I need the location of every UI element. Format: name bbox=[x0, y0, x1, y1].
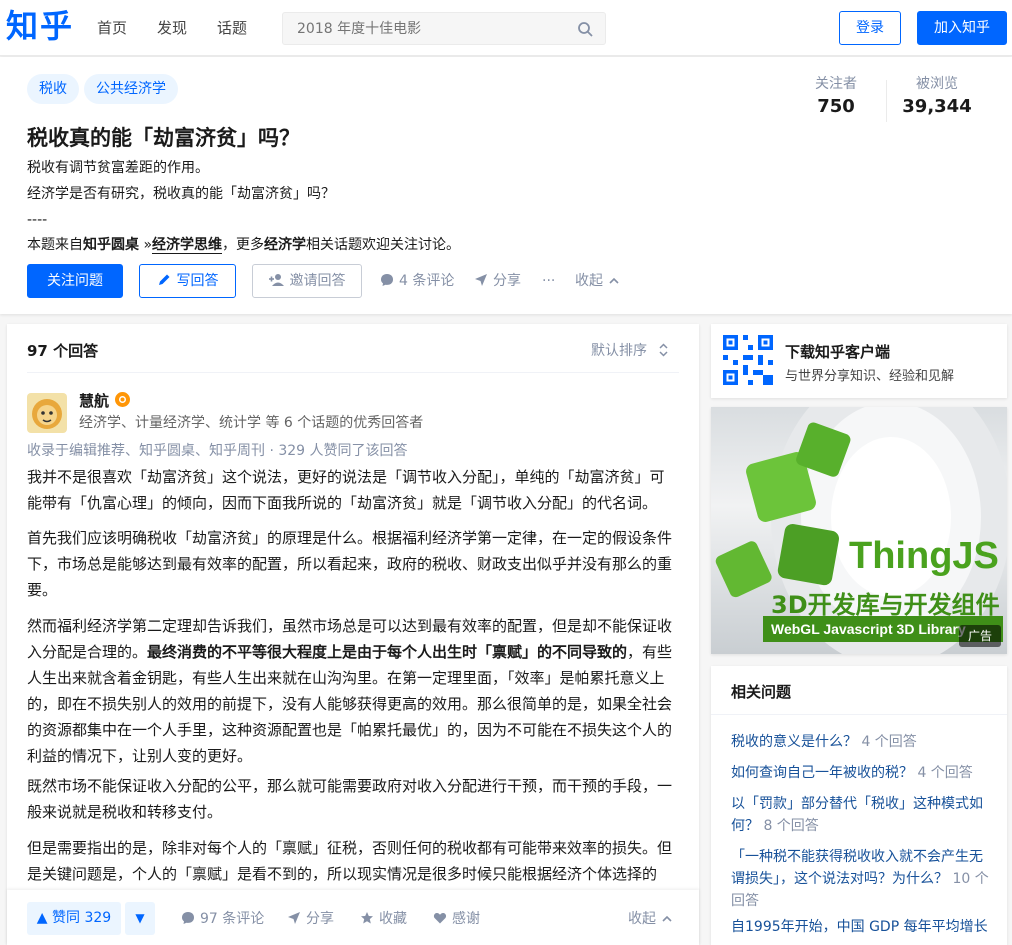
views-label: 被浏览 bbox=[916, 76, 958, 92]
answer-paragraph-2: 首先我们应该明确税收「劫富济贫」的原理是什么。根据福利经济学第一定律，在一定的假… bbox=[27, 529, 673, 599]
share-icon bbox=[287, 911, 301, 925]
search-icon[interactable] bbox=[577, 21, 593, 37]
comment-icon bbox=[380, 273, 394, 287]
answer-share-button[interactable]: 分享 bbox=[287, 908, 334, 928]
nav-topics[interactable]: 话题 bbox=[217, 18, 247, 38]
thanks-button[interactable]: 感谢 bbox=[433, 908, 480, 928]
comment-icon bbox=[181, 911, 195, 925]
author-avatar[interactable] bbox=[27, 393, 67, 433]
related-questions-card: 相关问题 税收的意义是什么？ 4 个回答 如何查询自己一年被收的税？ 4 个回答… bbox=[711, 666, 1007, 945]
share-icon bbox=[474, 273, 488, 287]
answer-action-bar: ▲ 赞同 329 ▼ 97 条评论 分享 收藏 感谢 收起 bbox=[7, 890, 699, 945]
question-source: 本题来自知乎圆桌 »经济学思维，更多经济学相关话题欢迎关注讨论。 bbox=[27, 237, 461, 254]
login-button[interactable]: 登录 bbox=[839, 11, 901, 45]
top-header: 知乎 首页 发现 话题 登录 加入知乎 bbox=[0, 0, 1012, 56]
downvote-button[interactable]: ▼ bbox=[125, 902, 155, 935]
question-detail-line-2: 经济学是否有研究，税收真的能「劫富济贫」吗？ bbox=[27, 186, 335, 202]
collect-button[interactable]: 收藏 bbox=[360, 908, 407, 928]
upvote-button[interactable]: ▲ 赞同 329 bbox=[27, 902, 121, 935]
invite-answer-button[interactable]: 邀请回答 bbox=[252, 264, 362, 298]
bold-sentence: 最终消费的不平等很大程度上是由于每个人出生时「禀赋」的不同导致的 bbox=[147, 643, 628, 661]
more-menu-button[interactable]: ··· bbox=[542, 264, 555, 298]
qr-code-icon bbox=[723, 335, 773, 385]
sort-dropdown[interactable]: 默认排序 bbox=[591, 340, 668, 360]
ad-tagline: 3D开发库与开发组件 bbox=[771, 591, 1000, 619]
roundtable-topic-link[interactable]: 经济学思维 bbox=[152, 237, 223, 254]
question-title: 税收真的能「劫富济贫」吗？ bbox=[27, 126, 300, 150]
related-question[interactable]: 以「罚款」部分替代「税收」这种模式如何？ 8 个回答 bbox=[731, 793, 993, 837]
write-answer-button[interactable]: 写回答 bbox=[139, 264, 236, 298]
answers-card: 97 个回答 默认排序 慧航 经济学、计量经济学、统计学 等 6 个话题的优秀回… bbox=[7, 324, 699, 945]
search-box bbox=[282, 12, 606, 45]
answer-meta: 收录于编辑推荐、知乎圆桌、知乎周刊 · 329 人赞同了该回答 bbox=[27, 443, 408, 459]
ad-badge: 广告 bbox=[959, 625, 1001, 647]
topic-tag-tax[interactable]: 税收 bbox=[27, 74, 79, 104]
question-comments-button[interactable]: 4 条评论 bbox=[380, 264, 454, 298]
app-download-card[interactable]: 下载知乎客户端 与世界分享知识、经验和见解 bbox=[711, 324, 1007, 398]
question-collapse-button[interactable]: 收起 bbox=[575, 264, 619, 298]
related-question[interactable]: 如何查询自己一年被收的税？ 4 个回答 bbox=[731, 762, 993, 784]
stats-divider bbox=[886, 80, 887, 122]
related-question[interactable]: 自1995年开始，中国 GDP 每年平均增长 bbox=[731, 916, 993, 938]
question-detail-line-1: 税收有调节贫富差距的作用。 bbox=[27, 160, 209, 176]
follow-question-button[interactable]: 关注问题 bbox=[27, 264, 123, 298]
answer-comments-button[interactable]: 97 条评论 bbox=[181, 908, 264, 928]
question-detail-line-3: ---- bbox=[27, 212, 48, 228]
app-download-title: 下载知乎客户端 bbox=[785, 343, 891, 361]
join-button[interactable]: 加入知乎 bbox=[917, 11, 1007, 45]
topic-tag-public-economics[interactable]: 公共经济学 bbox=[84, 74, 178, 104]
advertisement[interactable]: ThingJS 3D开发库与开发组件 WebGL Javascript 3D L… bbox=[711, 407, 1007, 654]
answer-paragraph-3: 然而福利经济学第二定理却告诉我们，虽然市场总是可以达到最有效率的配置，但是却不能… bbox=[27, 617, 673, 765]
ad-brand: ThingJS bbox=[849, 535, 999, 577]
heart-icon bbox=[433, 911, 447, 925]
excellent-badge-icon[interactable] bbox=[115, 392, 130, 407]
author-headline: 经济学、计量经济学、统计学 等 6 个话题的优秀回答者 bbox=[79, 415, 424, 431]
question-share-button[interactable]: 分享 bbox=[474, 264, 521, 298]
search-input[interactable] bbox=[297, 13, 567, 44]
zhihu-logo[interactable]: 知乎 bbox=[6, 6, 74, 46]
app-download-subtitle: 与世界分享知识、经验和见解 bbox=[785, 369, 955, 384]
divider bbox=[27, 372, 679, 373]
nav-discover[interactable]: 发现 bbox=[157, 18, 187, 38]
pencil-icon bbox=[157, 273, 171, 287]
related-title: 相关问题 bbox=[731, 683, 792, 701]
author-name[interactable]: 慧航 bbox=[79, 390, 109, 411]
nav-home[interactable]: 首页 bbox=[97, 18, 127, 38]
related-question[interactable]: 「一种税不能获得税收收入就不会产生无谓损失」，这个说法对吗？为什么？ 10 个回… bbox=[731, 846, 993, 912]
add-user-icon bbox=[268, 273, 285, 287]
chevron-up-icon bbox=[662, 915, 672, 922]
views-count: 39,344 bbox=[902, 96, 972, 117]
answer-collapse-button[interactable]: 收起 bbox=[628, 908, 672, 928]
roundtable-link[interactable]: 知乎圆桌 bbox=[83, 237, 139, 253]
chevron-up-icon bbox=[609, 277, 619, 284]
star-icon bbox=[360, 911, 374, 925]
answer-count: 97 个回答 bbox=[27, 342, 99, 360]
followers-label: 关注者 bbox=[815, 76, 857, 92]
question-header: 税收 公共经济学 关注者 750 被浏览 39,344 税收真的能「劫富济贫」吗… bbox=[0, 57, 1012, 314]
sort-arrows-icon bbox=[659, 343, 668, 357]
answer-paragraph-4: 既然市场不能保证收入分配的公平，那么就可能需要政府对收入分配进行干预，而干预的手… bbox=[27, 777, 673, 821]
related-question[interactable]: 税收的意义是什么？ 4 个回答 bbox=[731, 731, 993, 753]
followers-count[interactable]: 750 bbox=[791, 96, 881, 117]
answer-paragraph-1: 我并不是很喜欢「劫富济贫」这个说法，更好的说法是「调节收入分配」，单纯的「劫富济… bbox=[27, 468, 665, 512]
divider bbox=[711, 714, 1007, 715]
